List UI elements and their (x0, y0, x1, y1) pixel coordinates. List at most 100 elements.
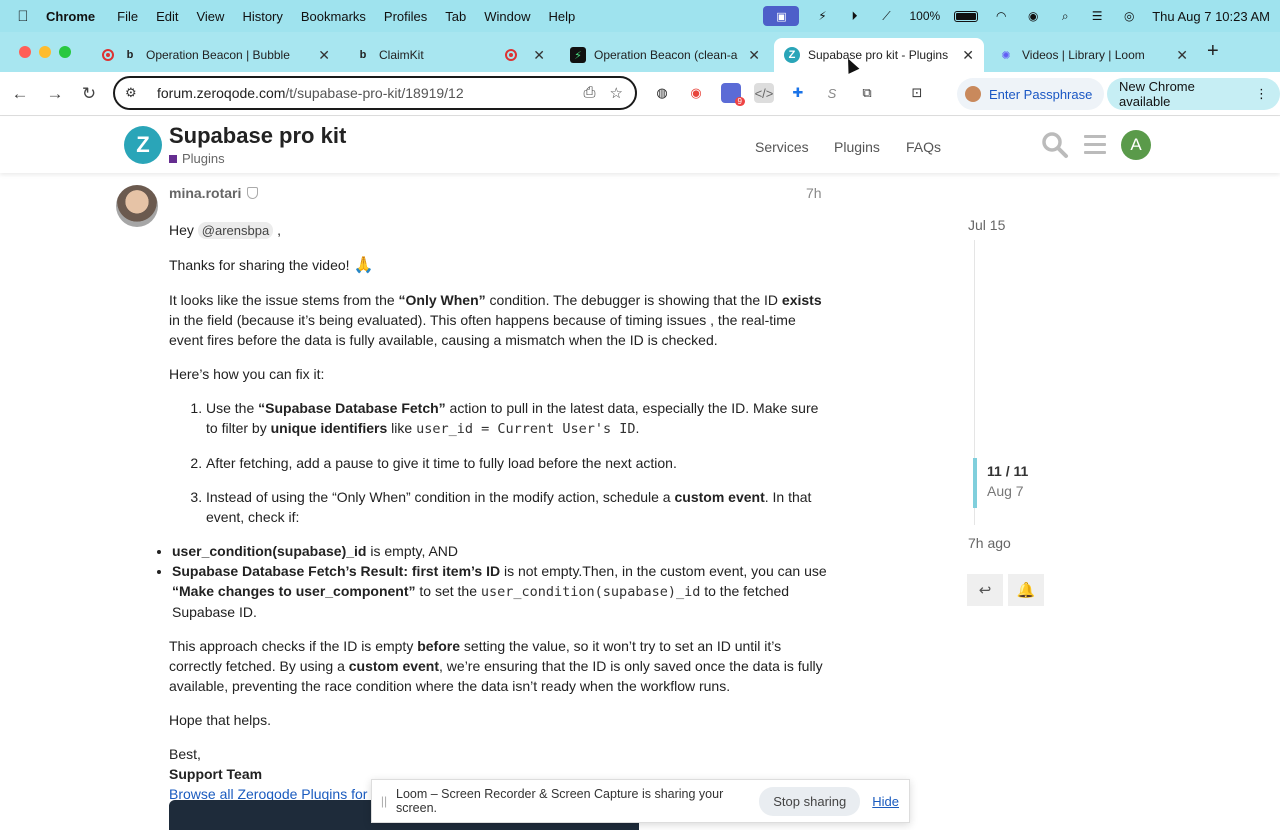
notifications-button[interactable]: 🔔 (1008, 574, 1044, 606)
play-circle-icon[interactable]: ⏵ (845, 9, 863, 23)
topic-title[interactable]: Supabase pro kit (169, 123, 346, 149)
text: is not empty.Then, in the custom event, … (500, 563, 827, 579)
tab-loom-library[interactable]: ✺ Videos | Library | Loom ✕ (988, 38, 1198, 72)
screen-sharing-bar: || Loom – Screen Recorder & Screen Captu… (371, 779, 910, 823)
close-tab-icon[interactable]: ✕ (748, 47, 760, 64)
text: to set the (415, 583, 481, 599)
post-author[interactable]: mina.rotari (169, 185, 259, 201)
tab-title: Operation Beacon (clean-a (594, 48, 738, 62)
tab-supabase-pro-kit[interactable]: Z Supabase pro kit - Plugins ✕ (774, 38, 984, 72)
extension-badge-icon[interactable]: 9 (721, 83, 745, 106)
timeline-start-date[interactable]: Jul 15 (968, 217, 1005, 233)
paragraph-issue: It looks like the issue stems from the “… (169, 290, 829, 350)
omnibox-actions: ⎙ ☆ (584, 84, 623, 102)
stop-sharing-button[interactable]: Stop sharing (759, 786, 861, 816)
kebab-menu-icon[interactable]: ⋮ (1255, 86, 1268, 102)
new-chrome-available-button[interactable]: New Chrome available ⋮ (1107, 78, 1280, 110)
list-item: Supabase Database Fetch’s Result: first … (172, 561, 829, 622)
minimize-window-button[interactable] (39, 46, 51, 58)
menu-bookmarks[interactable]: Bookmarks (301, 9, 366, 24)
close-tab-icon[interactable]: ✕ (962, 47, 974, 64)
close-tab-icon[interactable]: ✕ (318, 47, 330, 64)
post-age[interactable]: 7h (806, 185, 822, 201)
install-app-icon[interactable]: ⎙ (584, 84, 596, 102)
menu-tab[interactable]: Tab (445, 9, 466, 24)
site-settings-icon[interactable]: ⚙ (125, 85, 143, 101)
extension-code-icon[interactable]: </> (754, 83, 774, 103)
back-arrow-icon[interactable]: ← (8, 82, 32, 106)
paragraph-howto: Here’s how you can fix it: (169, 366, 325, 382)
nav-faqs[interactable]: FAQs (906, 139, 941, 155)
user-mention[interactable]: @arensbpa (197, 222, 274, 239)
post-username[interactable]: mina.rotari (169, 185, 241, 201)
close-tab-icon[interactable]: ✕ (533, 47, 545, 64)
reply-arrow-icon: ↩ (978, 582, 992, 599)
profile-avatar (965, 86, 981, 102)
forum-header: Z Supabase pro kit Plugins Services Plug… (0, 117, 1280, 173)
new-tab-icon[interactable]: + (1207, 40, 1219, 63)
enter-passphrase-button[interactable]: Enter Passphrase (957, 78, 1105, 110)
menu-profiles[interactable]: Profiles (384, 9, 427, 24)
close-tab-icon[interactable]: ✕ (1176, 47, 1188, 64)
tab-search-icon[interactable]: ⊡ (907, 83, 927, 103)
siri-icon[interactable]: ◎ (1120, 9, 1138, 23)
address-bar[interactable]: ⚙ forum.zeroqode.com/t/supabase-pro-kit/… (113, 76, 637, 110)
extension-shield-icon[interactable]: ◍ (652, 83, 672, 103)
maximize-window-button[interactable] (59, 46, 71, 58)
drag-handle-icon[interactable]: || (372, 794, 396, 808)
nav-services[interactable]: Services (755, 139, 809, 155)
bookmark-star-icon[interactable]: ☆ (610, 84, 623, 102)
user-circle-icon[interactable]: ◉ (1024, 9, 1042, 23)
menu-file[interactable]: File (117, 9, 138, 24)
extension-badge-count: 9 (734, 97, 745, 106)
hide-sharing-bar-link[interactable]: Hide (872, 794, 899, 809)
post-author-avatar[interactable] (116, 185, 158, 227)
bolt-icon[interactable]: ⚡ (813, 9, 831, 23)
tab-claimkit[interactable]: b ClaimKit ✕ (345, 38, 555, 72)
menu-edit[interactable]: Edit (156, 9, 178, 24)
extension-puzzle-blue-icon[interactable]: ✚ (788, 83, 808, 103)
pen-icon[interactable]: ⟋ (877, 9, 895, 23)
menu-help[interactable]: Help (549, 9, 576, 24)
tab-operation-beacon-bubble[interactable]: b Operation Beacon | Bubble ✕ (92, 38, 340, 72)
text-bold: exists (781, 292, 822, 308)
apple-menu-icon[interactable]:  (0, 8, 46, 25)
spotlight-search-icon[interactable]: ⌕ (1056, 9, 1074, 23)
passphrase-label: Enter Passphrase (989, 86, 1093, 102)
nav-plugins[interactable]: Plugins (834, 139, 880, 155)
tab-operation-beacon-clean[interactable]: ⚡ Operation Beacon (clean-a ✕ (560, 38, 770, 72)
wifi-icon[interactable]: ◠ (992, 9, 1010, 23)
list-item: Use the “Supabase Database Fetch” action… (206, 398, 829, 439)
screen-recording-icon[interactable]: ▣ (763, 6, 800, 26)
extensions-puzzle-icon[interactable]: ⧉ (857, 83, 877, 103)
reload-icon[interactable]: ↻ (77, 82, 101, 106)
timeline-scroll-handle[interactable] (973, 458, 977, 508)
list-item: After fetching, add a pause to give it t… (206, 453, 829, 473)
control-center-icon[interactable]: ☰ (1088, 9, 1106, 23)
menu-app-name[interactable]: Chrome (46, 9, 95, 24)
text-bold: before (417, 638, 461, 654)
zeroqode-logo[interactable]: Z (124, 126, 162, 164)
menu-history[interactable]: History (242, 9, 282, 24)
timeline-last-activity[interactable]: 7h ago (968, 535, 1011, 551)
forward-arrow-icon[interactable]: → (43, 82, 67, 106)
text: is empty, AND (366, 543, 459, 559)
reply-button[interactable]: ↩ (967, 574, 1003, 606)
topic-category[interactable]: Plugins (169, 151, 225, 166)
battery-icon[interactable] (954, 10, 979, 22)
search-icon[interactable] (1041, 131, 1069, 159)
extension-color-wheel-icon[interactable]: ◉ (686, 83, 706, 103)
menu-window[interactable]: Window (484, 9, 530, 24)
text-bold: “Supabase Database Fetch” (258, 400, 446, 416)
category-label: Plugins (182, 151, 225, 166)
category-color-swatch (169, 154, 177, 163)
menubar-clock[interactable]: Thu Aug 7 10:23 AM (1152, 9, 1270, 24)
hamburger-menu-icon[interactable] (1084, 135, 1106, 159)
text: This approach checks if the ID is empty (169, 638, 418, 654)
extension-s-icon[interactable]: S (822, 83, 842, 103)
menu-view[interactable]: View (196, 9, 224, 24)
close-window-button[interactable] (19, 46, 31, 58)
text: in the field (because it’s being evaluat… (169, 312, 796, 348)
bell-icon: 🔔 (1016, 582, 1036, 599)
user-avatar[interactable]: A (1121, 130, 1151, 160)
